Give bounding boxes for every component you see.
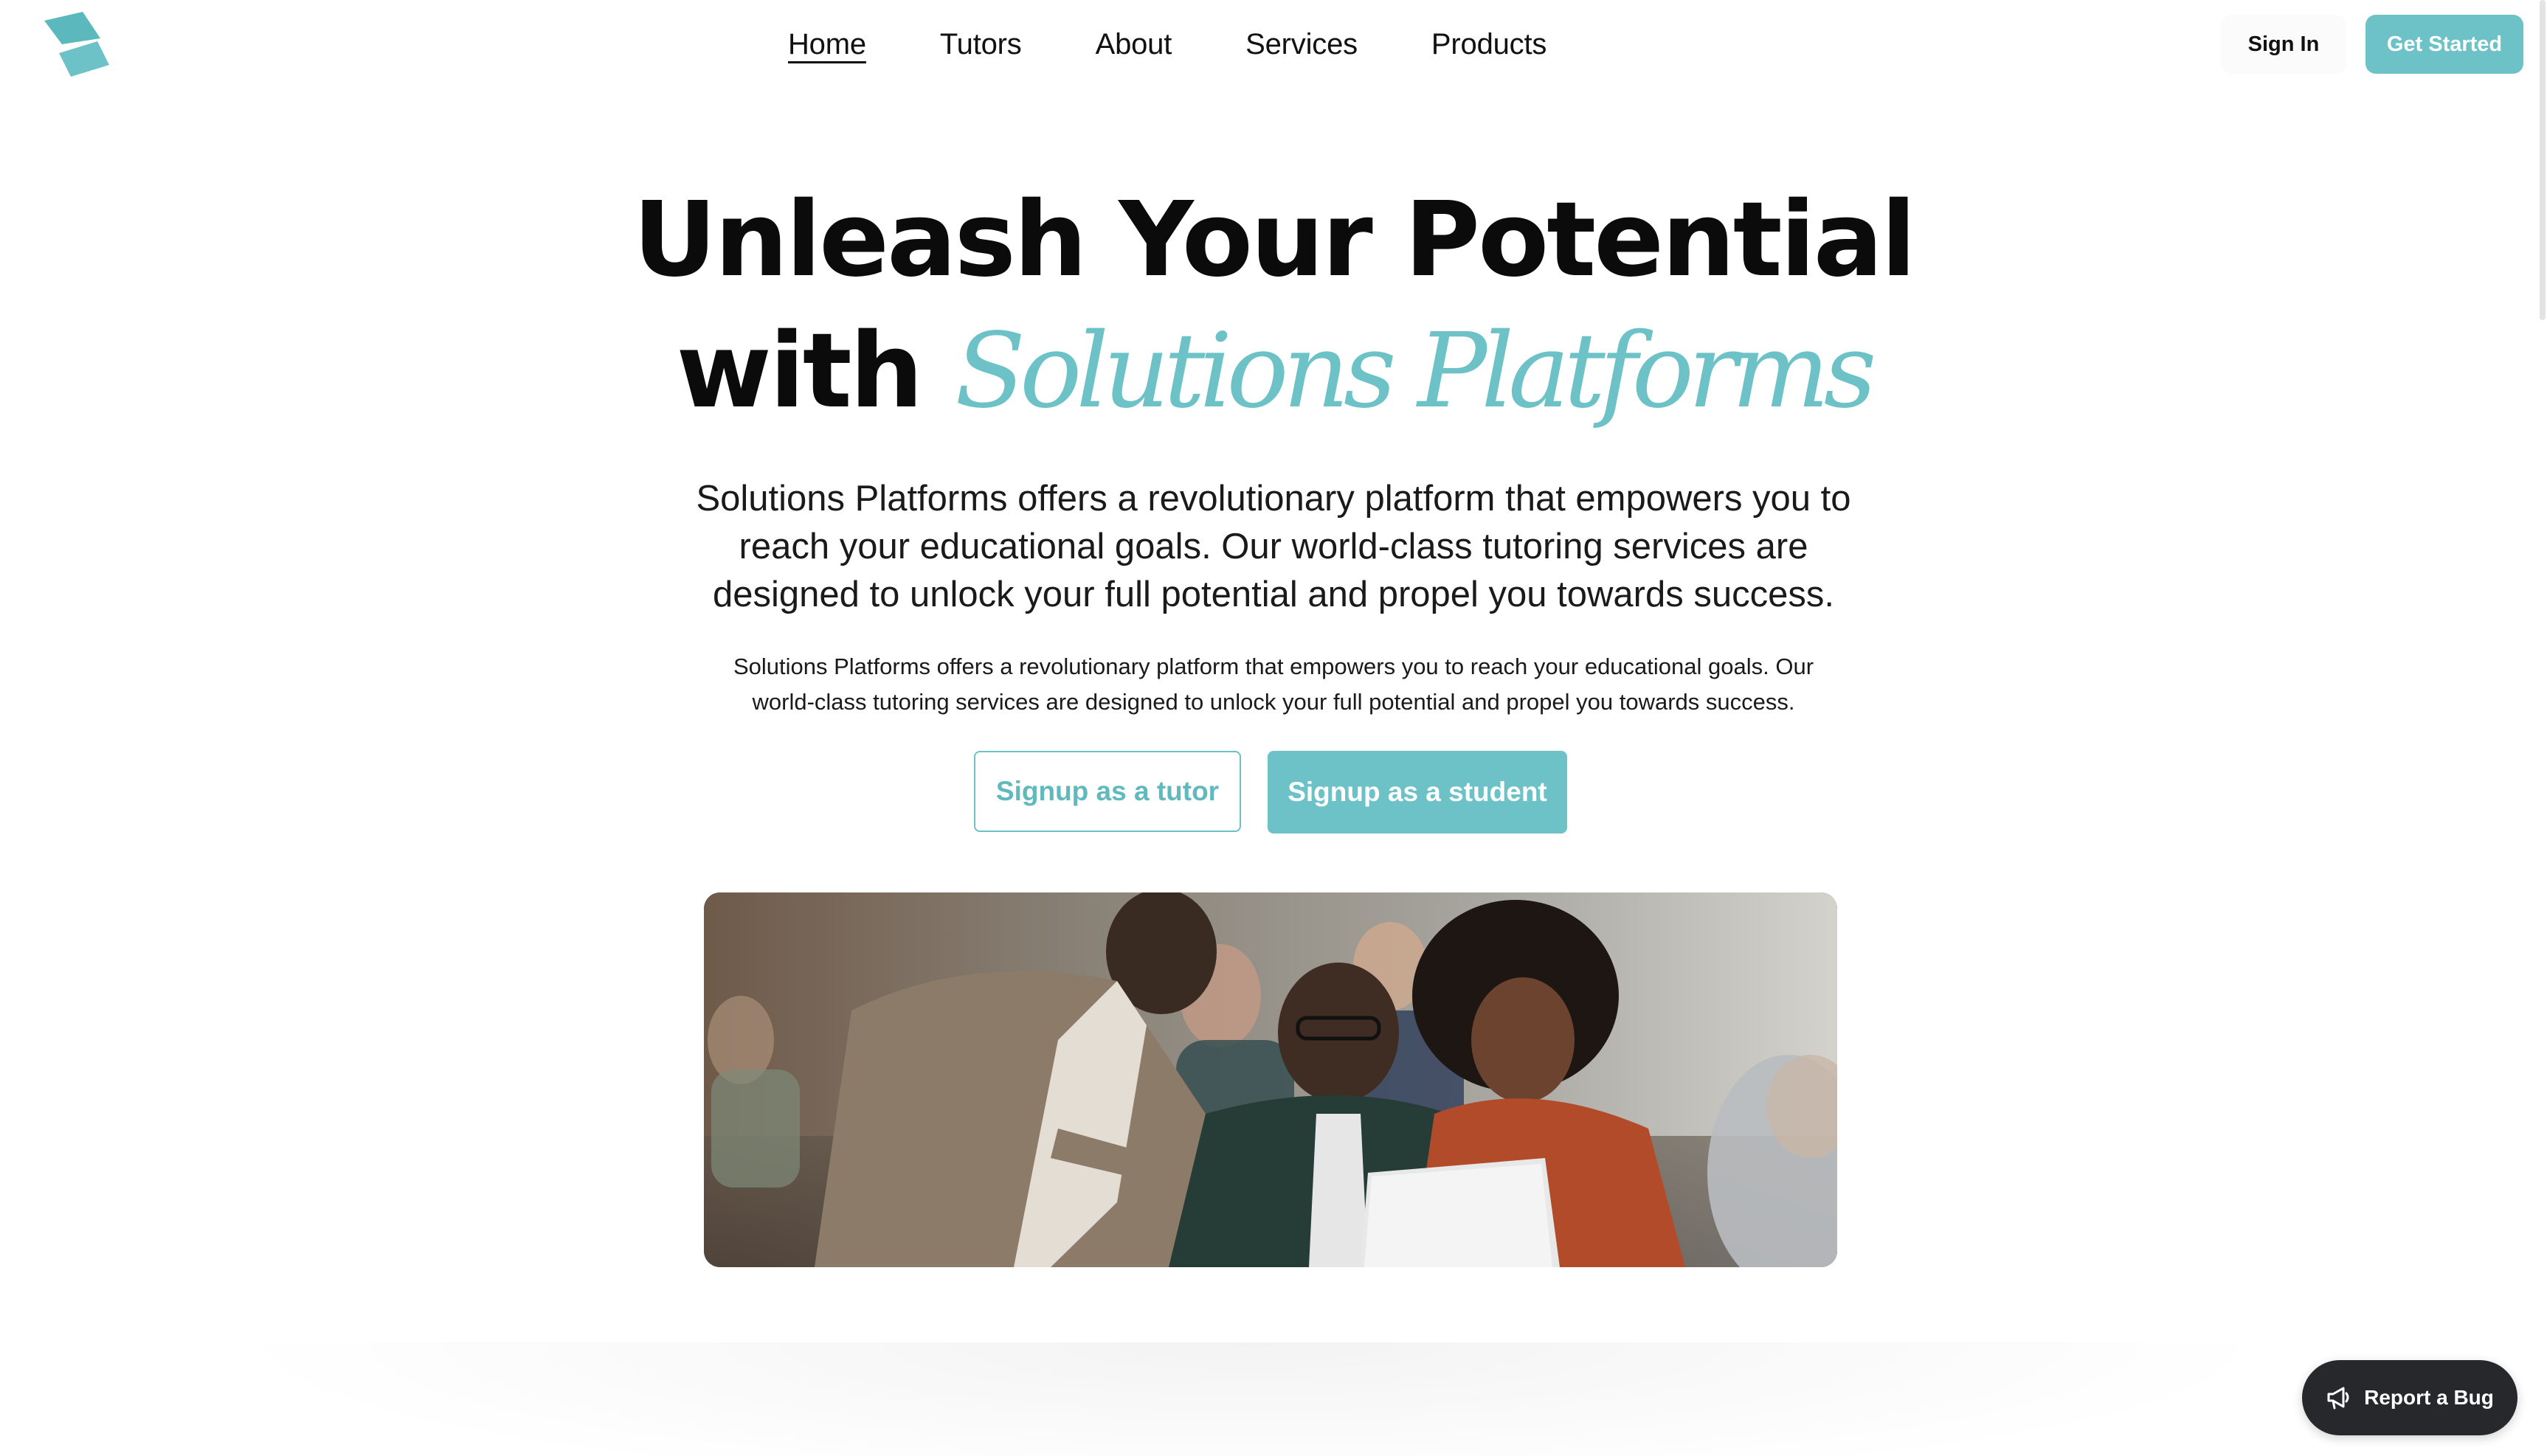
report-bug-button[interactable]: Report a Bug [2302,1360,2517,1435]
signup-tutor-button[interactable]: Signup as a tutor [974,751,1241,832]
megaphone-icon [2326,1384,2352,1411]
sign-in-button[interactable]: Sign In [2221,15,2346,74]
report-bug-label: Report a Bug [2364,1386,2494,1409]
page: Home Tutors About Services Products Sign… [0,0,2547,1456]
hero-headline-line1: Unleash Your Potential [632,180,1916,300]
hero-subtitle-small: Solutions Platforms offers a revolutiona… [733,654,1814,715]
logo-icon[interactable] [41,9,112,80]
nav-item-products[interactable]: Products [1431,28,1546,61]
get-started-button[interactable]: Get Started [2365,15,2523,74]
hero-headline-accent: Solutions Platforms [955,311,1876,431]
hero-headline-line2: with Solutions Platforms [0,305,2547,438]
hero-subtitle-large: Solutions Platforms offers a revolutiona… [696,479,1851,614]
main-nav: Home Tutors About Services Products [788,21,1620,68]
students-studying-photo [704,892,1837,1267]
nav-item-tutors[interactable]: Tutors [940,28,1022,61]
nav-item-services[interactable]: Services [1245,28,1358,61]
bottom-glow [221,1342,2287,1456]
signup-student-button[interactable]: Signup as a student [1268,751,1567,833]
nav-item-about[interactable]: About [1096,28,1172,61]
hero-headline-prefix: with [676,311,924,431]
nav-item-home[interactable]: Home [788,28,866,61]
